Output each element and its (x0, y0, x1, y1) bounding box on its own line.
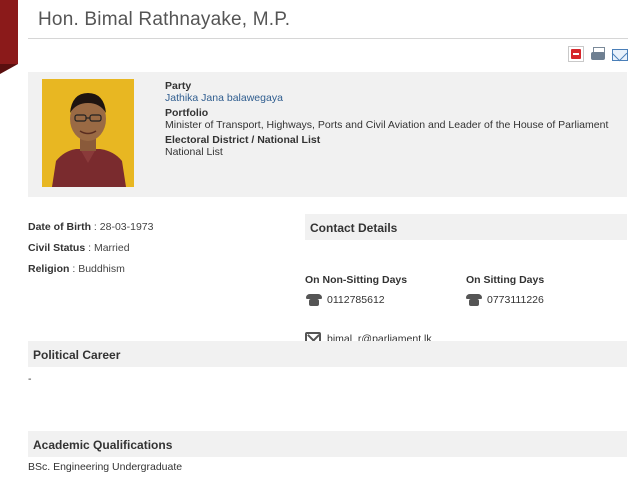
profile-photo (42, 79, 134, 187)
pdf-icon[interactable] (568, 46, 584, 62)
sitting-phone[interactable]: 0773111226 (487, 294, 544, 306)
personal-details: Date of Birth : 28-03-1973 Civil Status … (28, 221, 153, 284)
sitting-title: On Sitting Days (466, 274, 545, 286)
academic-section: Academic Qualifications BSc. Engineering… (28, 431, 627, 473)
civil-status-value: Married (93, 242, 130, 254)
contact-header: Contact Details (305, 214, 627, 240)
religion-label: Religion (28, 263, 70, 275)
civil-status-row: Civil Status : Married (28, 242, 130, 254)
academic-header: Academic Qualifications (28, 431, 627, 457)
political-career-header: Political Career (28, 341, 627, 367)
contact-details: Contact Details On Non-Sitting Days On S… (305, 214, 627, 345)
portfolio-label: Portfolio (165, 107, 209, 119)
political-career-section: Political Career - (28, 341, 627, 385)
phone-icon (306, 294, 322, 306)
sitting-phone-row: 0773111226 (466, 294, 544, 306)
non-sitting-phone[interactable]: 0112785612 (327, 294, 385, 306)
page-title: Hon. Bimal Rathnayake, M.P. (38, 9, 291, 30)
religion-row: Religion : Buddhism (28, 263, 125, 275)
political-career-body: - (28, 373, 32, 385)
district-label: Electoral District / National List (165, 134, 321, 146)
profile-panel: Party Jathika Jana balawegaya Portfolio … (28, 72, 627, 197)
dob-label: Date of Birth (28, 221, 91, 233)
academic-body: BSc. Engineering Undergraduate (28, 461, 183, 473)
non-sitting-phone-row: 0112785612 (306, 294, 385, 306)
party-label: Party (165, 80, 192, 92)
print-icon[interactable] (590, 46, 606, 62)
phone-icon (466, 294, 482, 306)
non-sitting-title: On Non-Sitting Days (305, 274, 408, 286)
civil-status-label: Civil Status (28, 242, 86, 254)
portfolio-value: Minister of Transport, Highways, Ports a… (165, 119, 609, 131)
religion-value: Buddhism (78, 263, 125, 275)
portrait-image (42, 79, 134, 187)
contact-columns: On Non-Sitting Days On Sitting Days 0112… (305, 240, 627, 345)
mail-icon[interactable] (612, 49, 628, 61)
district-value: National List (165, 146, 223, 158)
left-ribbon (0, 0, 18, 74)
dob-value: 28-03-1973 (99, 221, 154, 233)
dob-row: Date of Birth : 28-03-1973 (28, 221, 154, 233)
toolbar (568, 46, 628, 62)
party-link[interactable]: Jathika Jana balawegaya (165, 92, 608, 104)
profile-info: Party Jathika Jana balawegaya Portfolio … (165, 80, 608, 158)
title-bar: Hon. Bimal Rathnayake, M.P. (28, 0, 628, 39)
